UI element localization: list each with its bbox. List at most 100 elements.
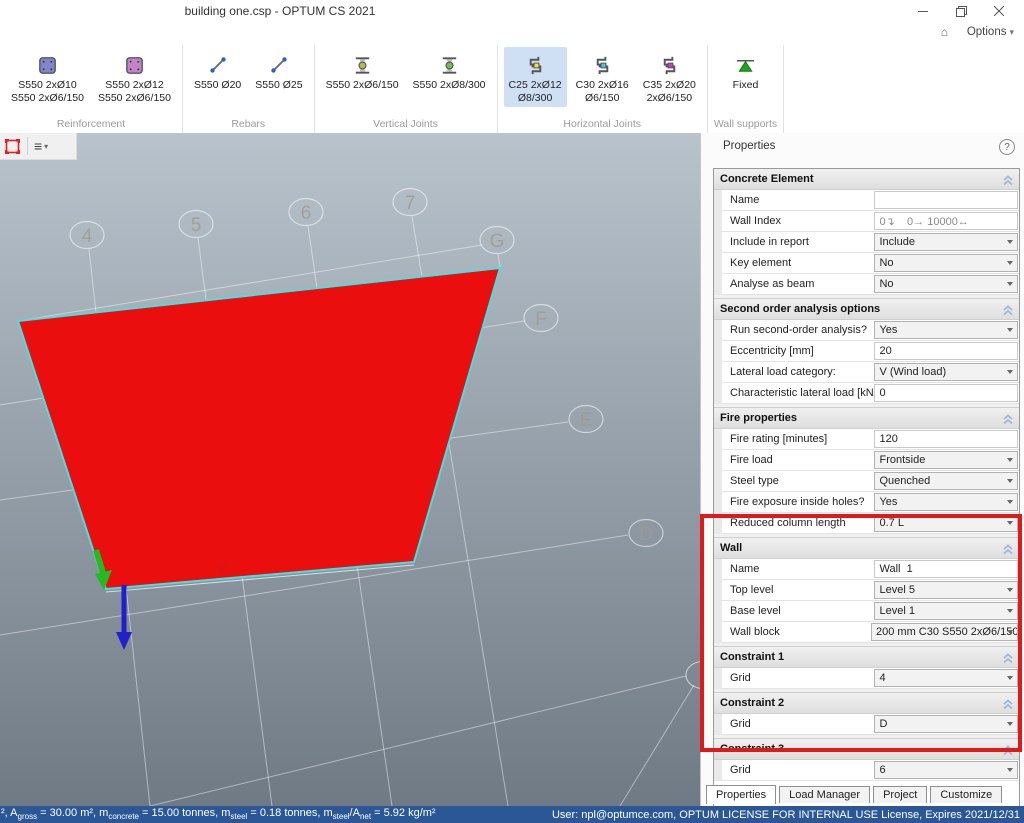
collapse-section-icon[interactable] bbox=[1002, 303, 1014, 321]
chevron-down-icon bbox=[1007, 261, 1013, 265]
property-dropdown[interactable]: Quenched bbox=[874, 472, 1018, 490]
ribbon-button-c25-2x-12-8-300[interactable]: C25 2xØ12Ø8/300 bbox=[504, 47, 567, 107]
property-dropdown[interactable]: Include bbox=[874, 233, 1018, 251]
property-dropdown[interactable]: V (Wind load) bbox=[874, 363, 1018, 381]
property-row-wall-block: Wall block200 mm C30 S550 2xØ6/150 bbox=[722, 622, 1019, 643]
collapse-section-icon[interactable] bbox=[1002, 697, 1014, 715]
ribbon-button-s550-2x-8-300[interactable]: S550 2xØ8/300 bbox=[408, 47, 491, 94]
dropdown-value: Include bbox=[879, 236, 914, 248]
property-label: Name bbox=[722, 563, 874, 575]
property-row-fire-load: Fire load Frontside bbox=[722, 450, 1019, 471]
wall-select-button[interactable] bbox=[0, 135, 25, 157]
property-input[interactable]: 120 bbox=[874, 430, 1018, 448]
property-dropdown[interactable]: 4 bbox=[874, 669, 1018, 687]
property-dropdown[interactable]: 6 bbox=[874, 761, 1018, 779]
property-dropdown[interactable]: Yes bbox=[874, 321, 1018, 339]
minimize-button[interactable] bbox=[904, 0, 942, 22]
property-dropdown[interactable]: No bbox=[874, 254, 1018, 272]
section-header-constraint-3[interactable]: Constraint 3 bbox=[714, 738, 1019, 760]
grid-label-5: 5 bbox=[191, 215, 202, 236]
grid-label-6: 6 bbox=[301, 203, 312, 224]
property-label: Lateral load category: bbox=[722, 366, 874, 378]
ribbon-group-horizontal-joints: C25 2xØ12Ø8/300C30 2xØ16Ø6/150C35 2xØ202… bbox=[498, 45, 708, 133]
property-dropdown[interactable]: 0.7 L bbox=[874, 514, 1018, 532]
property-dropdown[interactable]: Yes bbox=[874, 493, 1018, 511]
section-header-second-order-analysis-options[interactable]: Second order analysis options bbox=[714, 298, 1019, 320]
reinforcement-square-icon bbox=[123, 51, 146, 79]
ribbon-button-s550-20[interactable]: S550 Ø20 bbox=[189, 47, 246, 94]
property-label: Reduced column length bbox=[722, 517, 874, 529]
chevron-down-icon bbox=[1007, 282, 1013, 286]
options-button[interactable]: Options▾ bbox=[967, 26, 1014, 38]
restore-button[interactable] bbox=[942, 0, 980, 22]
section-header-fire-properties[interactable]: Fire properties bbox=[714, 407, 1019, 429]
ribbon-button-s550-2x-12-s550-2x-6-150[interactable]: S550 2xØ12S550 2xØ6/150 bbox=[93, 47, 176, 107]
tab-project[interactable]: Project bbox=[873, 786, 927, 803]
property-row-steel-type: Steel typeQuenched bbox=[722, 471, 1019, 492]
property-input[interactable]: 20 bbox=[874, 342, 1018, 360]
collapse-section-icon[interactable] bbox=[1002, 743, 1014, 761]
property-dropdown[interactable]: Frontside bbox=[874, 451, 1018, 469]
property-input[interactable] bbox=[874, 191, 1018, 209]
ribbon-button-s550-2x-6-150[interactable]: S550 2xØ6/150 bbox=[321, 47, 404, 94]
property-input[interactable]: Wall 1 bbox=[874, 560, 1018, 578]
ribbon-button-c30-2x-16-6-150[interactable]: C30 2xØ16Ø6/150 bbox=[571, 47, 634, 107]
dropdown-value: Level 5 bbox=[879, 584, 914, 596]
collapse-section-icon[interactable] bbox=[1002, 412, 1014, 430]
ribbon-group-label: Reinforcement bbox=[6, 117, 176, 133]
property-label: Fire exposure inside holes? bbox=[722, 496, 874, 508]
ribbon-button-s550-25[interactable]: S550 Ø25 bbox=[250, 47, 307, 94]
property-label: Fire load bbox=[722, 454, 874, 466]
ribbon-button-label: Ø8/300 bbox=[518, 92, 552, 105]
grid-label-F: F bbox=[535, 309, 547, 330]
property-dropdown[interactable]: No bbox=[874, 275, 1018, 293]
property-dropdown[interactable]: 200 mm C30 S550 2xØ6/150 bbox=[871, 623, 1018, 641]
property-label: Top level bbox=[722, 584, 874, 596]
chevron-down-icon: ▾ bbox=[1009, 27, 1014, 37]
property-input[interactable]: 0 bbox=[874, 384, 1018, 402]
section-header-constraint-2[interactable]: Constraint 2 bbox=[714, 692, 1019, 714]
property-row-reduced-column-length: Reduced column length0.7 L bbox=[722, 513, 1019, 534]
property-label: Fire rating [minutes] bbox=[722, 433, 874, 445]
property-label: Grid bbox=[722, 672, 874, 684]
ribbon-button-label: S550 2xØ10 bbox=[18, 79, 76, 92]
chevron-down-icon: ▾ bbox=[44, 142, 48, 151]
property-row-key-element: Key elementNo bbox=[722, 253, 1019, 274]
collapse-section-icon[interactable] bbox=[1002, 651, 1014, 669]
collapse-ribbon-icon[interactable]: ⌂ bbox=[941, 25, 948, 39]
property-input[interactable]: 0↴ 0→ 10000↔ bbox=[874, 212, 1018, 230]
collapse-section-icon[interactable] bbox=[1002, 542, 1014, 560]
tab-properties[interactable]: Properties bbox=[706, 785, 776, 804]
property-dropdown[interactable]: Level 5 bbox=[874, 581, 1018, 599]
ribbon-button-fixed[interactable]: Fixed bbox=[719, 47, 773, 94]
section-header-wall[interactable]: Wall bbox=[714, 537, 1019, 559]
dropdown-value: 6 bbox=[879, 764, 885, 776]
ribbon-button-c35-2x-20-2x-6-150[interactable]: C35 2xØ202xØ6/150 bbox=[638, 47, 701, 107]
chevron-down-icon bbox=[1007, 588, 1013, 592]
help-icon[interactable]: ? bbox=[999, 139, 1015, 155]
property-dropdown[interactable]: D bbox=[874, 715, 1018, 733]
property-row-eccentricity-mm-: Eccentricity [mm]20 bbox=[722, 341, 1019, 362]
dropdown-value: Level 1 bbox=[879, 605, 914, 617]
chevron-down-icon bbox=[1007, 240, 1013, 244]
ribbon-button-label: S550 Ø20 bbox=[194, 79, 241, 92]
section-header-concrete-element[interactable]: Concrete Element bbox=[714, 169, 1019, 190]
tab-customize[interactable]: Customize bbox=[930, 786, 1002, 803]
property-label: Name bbox=[722, 194, 874, 206]
tab-load-manager[interactable]: Load Manager bbox=[779, 786, 870, 803]
dropdown-value: Frontside bbox=[879, 454, 925, 466]
viewport-3d[interactable]: 4 5 6 7 G F E D bbox=[0, 133, 700, 806]
chevron-down-icon bbox=[1007, 676, 1013, 680]
rebar-line-icon bbox=[268, 51, 290, 79]
collapse-section-icon[interactable] bbox=[1002, 173, 1014, 191]
ribbon-button-s550-2x-10-s550-2x-6-150[interactable]: S550 2xØ10S550 2xØ6/150 bbox=[6, 47, 89, 107]
property-label: Steel type bbox=[722, 475, 874, 487]
canvas-3d[interactable]: 4 5 6 7 G F E D bbox=[0, 133, 700, 806]
section-header-constraint-1[interactable]: Constraint 1 bbox=[714, 646, 1019, 668]
view-menu-button[interactable]: ≡ ▾ bbox=[30, 135, 52, 157]
chevron-down-icon bbox=[1007, 370, 1013, 374]
grid-label-D: D bbox=[639, 524, 653, 545]
property-dropdown[interactable]: Level 1 bbox=[874, 602, 1018, 620]
chevron-down-icon bbox=[1007, 328, 1013, 332]
close-button[interactable] bbox=[980, 0, 1018, 22]
